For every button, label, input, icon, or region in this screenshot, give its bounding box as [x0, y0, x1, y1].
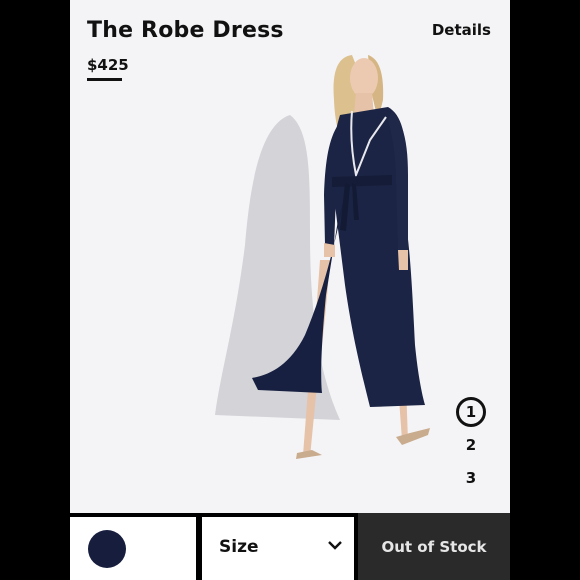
product-hero-image[interactable]	[140, 45, 460, 465]
details-link[interactable]: Details	[432, 21, 491, 39]
page-indicator-3[interactable]: 3	[456, 463, 486, 493]
product-screen: The Robe Dress $425 Details 1 2 3 Size O…	[70, 0, 510, 580]
chevron-down-icon	[328, 541, 342, 550]
color-swatch-cell[interactable]	[70, 517, 196, 580]
page-indicator-1[interactable]: 1	[456, 397, 486, 427]
price-underline	[87, 78, 122, 81]
color-swatch-navy[interactable]	[88, 530, 126, 568]
size-selector[interactable]: Size	[202, 517, 354, 580]
stock-label: Out of Stock	[381, 538, 487, 556]
bottom-action-bar: Size Out of Stock	[70, 513, 510, 580]
product-title: The Robe Dress	[87, 18, 284, 43]
out-of-stock-button[interactable]: Out of Stock	[358, 513, 510, 580]
size-label: Size	[219, 537, 259, 557]
image-pager: 1 2 3	[455, 397, 487, 496]
page-indicator-2[interactable]: 2	[456, 430, 486, 460]
product-price: $425	[87, 56, 129, 74]
